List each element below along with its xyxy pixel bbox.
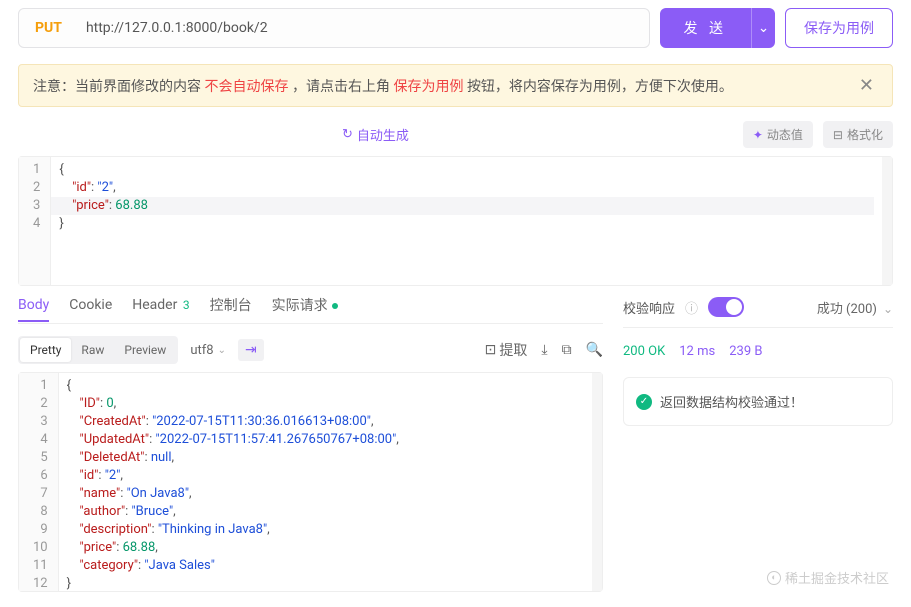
request-url-bar[interactable]: PUT http://127.0.0.1:8000/book/2 [18, 8, 650, 48]
tab-cookie[interactable]: Cookie [69, 289, 112, 321]
watermark-icon: ◐ [767, 571, 781, 585]
format-button[interactable]: ⊟格式化 [823, 121, 893, 148]
refresh-icon: ↻ [342, 127, 353, 142]
request-url: http://127.0.0.1:8000/book/2 [86, 20, 268, 36]
minimap [592, 373, 602, 591]
chevron-down-icon: ⌄ [218, 345, 226, 356]
tab-console[interactable]: 控制台 [210, 287, 252, 323]
wrap-icon[interactable]: ⇥ [238, 339, 264, 361]
response-body-viewer[interactable]: 123456789101112 { "ID": 0, "CreatedAt": … [18, 372, 603, 592]
status-dot-icon [332, 303, 338, 309]
autogen-link[interactable]: ↻自动生成 [342, 125, 409, 144]
request-body-editor[interactable]: 1234 { "id": "2", "price": 68.88} [18, 156, 893, 286]
chevron-down-icon: ⌄ [883, 302, 893, 316]
response-time: 12 ms [679, 344, 715, 359]
response-tabs: Body Cookie Header 3 控制台 实际请求 [18, 287, 603, 324]
minimap [882, 157, 892, 285]
check-circle-icon: ✓ [636, 394, 652, 410]
send-dropdown[interactable]: ⌄ [751, 8, 775, 48]
save-example-button[interactable]: 保存为用例 [785, 8, 893, 48]
view-preview[interactable]: Preview [114, 338, 176, 362]
watermark: ◐ 稀土掘金技术社区 [767, 568, 889, 587]
warning-banner: 注意：当前界面修改的内容 不会自动保存 ，请点击右上角 保存为用例 按钮，将内容… [18, 64, 893, 107]
copy-icon[interactable]: ⧉ [562, 340, 572, 360]
magic-icon: ✦ [753, 128, 763, 142]
validation-card: ✓ 返回数据结构校验通过！ [623, 377, 893, 426]
response-size: 239 B [729, 344, 762, 359]
extract-button[interactable]: ⊡提取 [485, 340, 528, 360]
dynamic-value-button[interactable]: ✦动态值 [743, 121, 813, 148]
header-count-badge: 3 [183, 298, 190, 312]
encoding-select[interactable]: utf8⌄ [190, 343, 226, 358]
tab-header[interactable]: Header 3 [132, 289, 189, 321]
warning-text: 注意：当前界面修改的内容 [33, 79, 204, 95]
tab-body[interactable]: Body [18, 289, 49, 321]
extract-icon: ⊡ [485, 342, 497, 358]
view-mode-selector: Pretty Raw Preview [18, 336, 178, 364]
success-select[interactable]: 成功 (200)⌄ [817, 298, 893, 317]
chevron-down-icon: ⌄ [758, 21, 769, 36]
send-button[interactable]: 发 送 [660, 8, 751, 48]
verify-label: 校验响应 [623, 298, 675, 317]
view-raw[interactable]: Raw [71, 338, 114, 362]
warning-highlight: 保存为用例 [393, 79, 463, 95]
view-pretty[interactable]: Pretty [20, 338, 71, 362]
tab-actual-request[interactable]: 实际请求 [272, 287, 338, 323]
close-icon[interactable]: ✕ [855, 75, 878, 96]
verify-toggle[interactable] [708, 297, 744, 317]
status-code: 200 OK [623, 344, 665, 359]
download-icon[interactable]: ⤓ [541, 340, 547, 360]
validation-message: 返回数据结构校验通过！ [660, 392, 803, 411]
info-icon[interactable]: ⓘ [685, 298, 698, 317]
warning-highlight: 不会自动保存 [204, 79, 288, 95]
search-icon[interactable]: 🔍 [586, 340, 603, 360]
http-method: PUT [35, 20, 62, 36]
response-status: 200 OK 12 ms 239 B [623, 340, 893, 363]
format-icon: ⊟ [833, 128, 843, 142]
